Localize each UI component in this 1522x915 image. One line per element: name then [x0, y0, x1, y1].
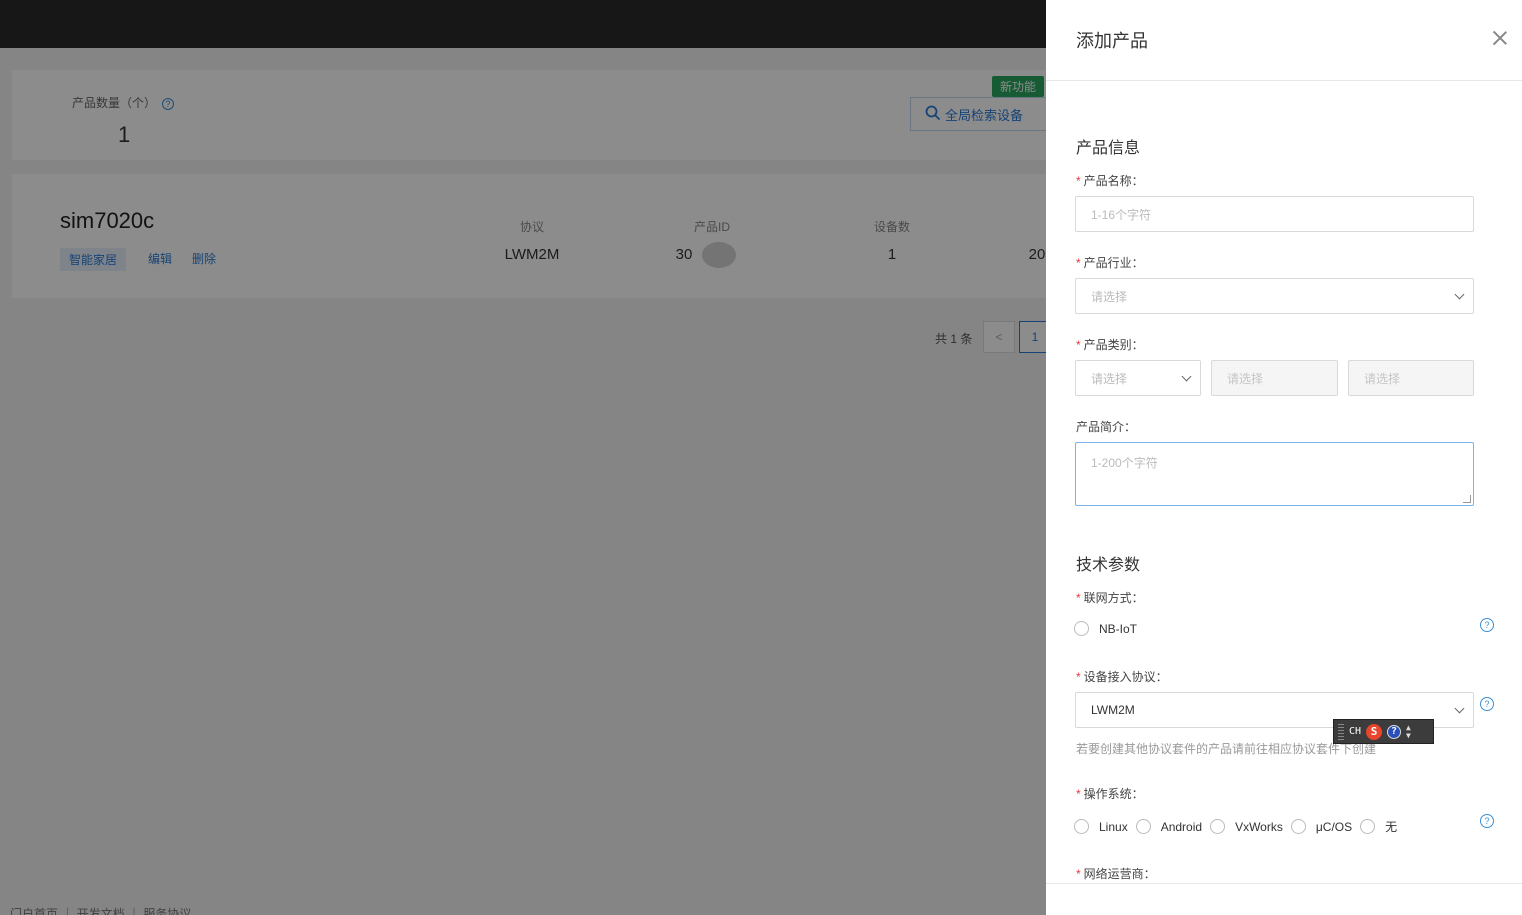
- label-operating-system: * 操作系统：: [1076, 787, 1144, 801]
- ime-menu-icon[interactable]: ▲ ▼: [1406, 723, 1411, 740]
- radio-nb-iot[interactable]: NB-IoT: [1074, 621, 1137, 636]
- ime-toolbar[interactable]: CH S ? ▲ ▼: [1333, 719, 1434, 744]
- section-title-product-info: 产品信息: [1076, 140, 1141, 157]
- label-access-protocol: * 设备接入协议：: [1076, 670, 1168, 684]
- radio-circle[interactable]: [1360, 819, 1376, 834]
- label-product-name: * 产品名称：: [1076, 174, 1144, 188]
- ime-lang[interactable]: CH: [1349, 726, 1361, 737]
- section-title-tech-params: 技术参数: [1076, 557, 1141, 574]
- os-radio-group: Linux Android VxWorks μC/OS 无: [1074, 818, 1405, 835]
- radio-circle[interactable]: [1074, 621, 1089, 636]
- radio-ucos[interactable]: μC/OS: [1290, 819, 1352, 834]
- product-category-select-2: 请选择: [1211, 360, 1338, 396]
- drawer-title: 添加产品: [1076, 31, 1148, 51]
- add-product-drawer: 添加产品 产品信息 * 产品名称： 1-16个字符 * 产品行业： 请选择 * 产品类…: [1046, 0, 1522, 915]
- radio-linux[interactable]: Linux: [1074, 819, 1128, 834]
- protocol-hint: 若要创建其他协议套件的产品请前往相应协议套件下创建: [1076, 742, 1377, 756]
- chevron-down-icon: [1181, 371, 1192, 382]
- drawer-header: 添加产品: [1046, 0, 1522, 81]
- drag-handle-icon[interactable]: [1338, 723, 1344, 740]
- help-icon[interactable]: ?: [1480, 814, 1494, 828]
- label-product-category: * 产品类别：: [1076, 338, 1144, 352]
- radio-android[interactable]: Android: [1135, 819, 1202, 834]
- label-product-intro: 产品简介：: [1076, 420, 1137, 434]
- radio-vxworks[interactable]: VxWorks: [1210, 819, 1283, 834]
- radio-circle[interactable]: [1210, 819, 1226, 834]
- radio-circle[interactable]: [1135, 819, 1151, 834]
- label-network-method: * 联网方式：: [1076, 591, 1144, 605]
- modal-mask[interactable]: [0, 0, 1046, 915]
- close-icon[interactable]: [1492, 30, 1508, 46]
- chevron-down-icon: [1454, 703, 1465, 714]
- label-network-carrier: * 网络运营商：: [1076, 867, 1156, 881]
- network-method-radio-group: NB-IoT: [1074, 621, 1145, 636]
- drawer-footer-divider: [1046, 883, 1522, 884]
- help-icon[interactable]: ?: [1480, 697, 1494, 711]
- sogou-logo-icon[interactable]: S: [1366, 723, 1383, 740]
- resize-handle-icon[interactable]: [1463, 495, 1471, 503]
- radio-circle[interactable]: [1290, 819, 1306, 834]
- label-product-industry: * 产品行业：: [1076, 256, 1144, 270]
- radio-none[interactable]: 无: [1360, 818, 1397, 835]
- product-name-input[interactable]: 1-16个字符: [1075, 196, 1474, 232]
- ime-help-icon[interactable]: ?: [1387, 724, 1402, 739]
- help-icon[interactable]: ?: [1480, 618, 1494, 632]
- radio-circle[interactable]: [1074, 819, 1089, 834]
- product-intro-textarea[interactable]: 1-200个字符: [1075, 442, 1474, 506]
- product-industry-select[interactable]: 请选择: [1075, 278, 1474, 314]
- product-category-select-3: 请选择: [1348, 360, 1474, 396]
- product-category-select-1[interactable]: 请选择: [1075, 360, 1201, 396]
- chevron-down-icon: [1454, 289, 1465, 300]
